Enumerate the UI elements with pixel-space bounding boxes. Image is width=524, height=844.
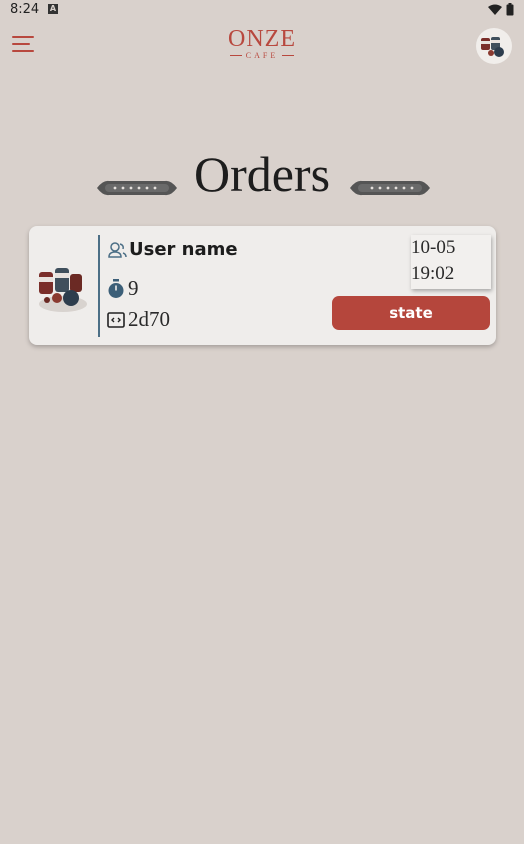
page-heading: Orders xyxy=(0,144,524,204)
status-icons xyxy=(488,3,514,16)
order-state-button[interactable]: state xyxy=(332,296,490,330)
logo-sub-text: CAFE xyxy=(245,51,279,60)
order-date: 10-05 xyxy=(411,237,456,258)
cafe-cups-icon xyxy=(481,37,504,57)
logo: ONZE CAFE xyxy=(222,27,302,60)
order-id: 2d70 xyxy=(128,307,170,331)
card-divider xyxy=(98,235,100,337)
order-card[interactable]: User name 9 2d70 10-05 19:02 state xyxy=(29,226,496,345)
hamburger-menu-icon[interactable] xyxy=(12,36,34,54)
battery-icon xyxy=(506,3,514,16)
notification-icon: A xyxy=(48,4,58,14)
order-item-count: 9 xyxy=(128,276,139,300)
wifi-icon xyxy=(488,4,502,15)
order-time: 19:02 xyxy=(411,263,455,284)
divider-ornament-right xyxy=(350,180,430,196)
timer-icon xyxy=(108,278,124,298)
page-title: Orders xyxy=(193,146,331,202)
logo-main-text: ONZE xyxy=(228,26,296,52)
order-thumbnail xyxy=(39,268,87,312)
logo-sub-line: CAFE xyxy=(222,51,302,60)
order-datetime: 10-05 19:02 xyxy=(411,235,491,289)
profile-avatar[interactable] xyxy=(476,28,512,64)
status-time: 8:24 xyxy=(10,2,40,17)
order-user-name: User name xyxy=(129,239,238,260)
order-id-row: 2d70 xyxy=(107,307,170,332)
code-icon xyxy=(107,311,125,328)
order-count-row: 9 xyxy=(107,276,139,301)
users-icon xyxy=(108,241,127,258)
order-user-row: User name xyxy=(107,239,238,260)
status-bar: 8:24 A xyxy=(0,0,524,20)
